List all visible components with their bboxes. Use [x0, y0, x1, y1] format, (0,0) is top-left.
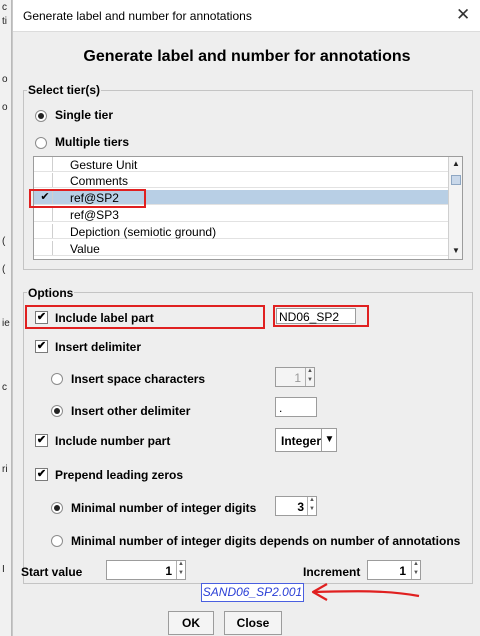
select-tiers-legend: Select tier(s) — [27, 83, 102, 97]
increment-label: Increment — [303, 565, 361, 579]
background-char: ( — [2, 236, 6, 247]
number-type-dropdown[interactable]: Integer ▼ — [275, 428, 337, 452]
background-char: I — [2, 564, 5, 575]
spin-up-icon: ▲ — [307, 368, 313, 374]
minimal-digits-spinner[interactable]: 3 ▲ ▼ — [275, 496, 317, 516]
scroll-down-icon[interactable]: ▼ — [449, 244, 462, 258]
red-highlight-box — [29, 189, 146, 208]
multiple-tiers-label: Multiple tiers — [55, 135, 130, 149]
tier-list[interactable]: Gesture Unit Comments ✔ ref@SP2 ref@SP3 … — [33, 156, 463, 260]
tier-row-value[interactable]: Value — [34, 241, 448, 256]
insert-other-delimiter-radio[interactable] — [51, 405, 63, 417]
tier-checkbox[interactable] — [38, 157, 53, 171]
start-value-spinner[interactable]: 1 ▲ ▼ — [106, 560, 186, 580]
label-preview: SAND06_SP2.001 — [201, 583, 304, 602]
tier-row-comments[interactable]: Comments — [34, 173, 448, 188]
minimal-digits-label: Minimal number of integer digits — [71, 501, 257, 515]
spin-down-icon[interactable]: ▼ — [177, 570, 185, 579]
background-char: ie — [2, 318, 10, 329]
spin-up-icon[interactable]: ▲ — [412, 561, 420, 570]
tier-name: Value — [70, 242, 100, 256]
tier-row-ref-sp3[interactable]: ref@SP3 — [34, 207, 448, 222]
tier-checkbox[interactable] — [38, 224, 53, 238]
prepend-leading-zeros-checkbox[interactable]: ✔ — [35, 468, 48, 481]
background-char: ti — [2, 16, 7, 27]
dialog-heading: Generate label and number for annotation… — [83, 48, 411, 65]
scrollbar-thumb[interactable] — [451, 175, 461, 185]
tier-checkbox[interactable] — [38, 207, 53, 221]
spin-down-icon[interactable]: ▼ — [308, 506, 316, 515]
prepend-leading-zeros-label: Prepend leading zeros — [55, 468, 184, 482]
scroll-up-icon[interactable]: ▲ — [449, 157, 462, 171]
single-tier-label: Single tier — [55, 108, 114, 122]
background-window-edge: c ti o o ( ( ie c ri I — [0, 0, 12, 636]
spin-down-icon: ▼ — [307, 377, 313, 383]
include-number-part-label: Include number part — [55, 434, 171, 448]
tier-row-depiction[interactable]: Depiction (semiotic ground) — [34, 224, 448, 239]
spinner-arrows-icon[interactable]: ▲ ▼ — [176, 561, 185, 579]
background-char: ( — [2, 264, 6, 275]
space-characters-spinner: 1 ▲ ▼ — [275, 367, 315, 387]
tier-list-scrollbar[interactable]: ▲ ▼ — [448, 157, 462, 259]
window-title: Generate label and number for annotation… — [23, 9, 252, 23]
tier-name: Comments — [70, 174, 129, 188]
options-legend: Options — [27, 286, 75, 300]
minimal-digits-radio[interactable] — [51, 502, 63, 514]
minimal-digits-value[interactable]: 3 — [280, 500, 304, 514]
insert-space-characters-label: Insert space characters — [71, 372, 206, 386]
spin-up-icon[interactable]: ▲ — [177, 561, 185, 570]
close-icon[interactable]: ✕ — [456, 5, 470, 25]
increment-spinner[interactable]: 1 ▲ ▼ — [367, 560, 421, 580]
spinner-arrows-icon: ▲ ▼ — [305, 368, 314, 386]
number-type-value: Integer — [281, 434, 322, 448]
tier-name: Gesture Unit — [70, 158, 138, 172]
background-char: c — [2, 2, 7, 13]
space-characters-value: 1 — [294, 371, 301, 385]
tier-row-gesture-unit[interactable]: Gesture Unit — [34, 157, 448, 172]
minimal-digits-depends-label: Minimal number of integer digits depends… — [71, 534, 461, 548]
tier-checkbox[interactable] — [38, 173, 53, 187]
increment-value[interactable]: 1 — [372, 564, 406, 578]
multiple-tiers-radio[interactable] — [35, 137, 47, 149]
other-delimiter-input[interactable]: . — [275, 397, 317, 417]
insert-other-delimiter-label: Insert other delimiter — [71, 404, 191, 418]
spinner-arrows-icon[interactable]: ▲ ▼ — [411, 561, 420, 579]
background-char: ri — [2, 464, 8, 475]
chevron-down-icon[interactable]: ▼ — [321, 429, 337, 451]
start-value-value[interactable]: 1 — [111, 564, 172, 578]
tier-name: Depiction (semiotic ground) — [70, 225, 217, 239]
minimal-digits-depends-radio[interactable] — [51, 535, 63, 547]
include-number-part-checkbox[interactable]: ✔ — [35, 434, 48, 447]
spin-down-icon[interactable]: ▼ — [412, 570, 420, 579]
start-value-label: Start value — [21, 565, 83, 579]
red-arrow-annotation — [311, 583, 420, 601]
ok-button[interactable]: OK — [168, 611, 214, 635]
tier-name: ref@SP3 — [70, 208, 119, 222]
include-label-part-checkbox[interactable]: ✔ — [35, 311, 48, 324]
insert-delimiter-label: Insert delimiter — [55, 340, 142, 354]
dialog-window: Generate label and number for annotation… — [12, 0, 480, 636]
background-char: o — [2, 74, 8, 85]
spinner-arrows-icon[interactable]: ▲ ▼ — [307, 497, 316, 515]
label-part-input[interactable]: ND06_SP2 — [276, 308, 356, 324]
include-label-part-label: Include label part — [55, 311, 154, 325]
spin-up-icon[interactable]: ▲ — [308, 497, 316, 506]
insert-delimiter-checkbox[interactable]: ✔ — [35, 340, 48, 353]
single-tier-radio[interactable] — [35, 110, 47, 122]
title-bar[interactable]: Generate label and number for annotation… — [13, 0, 480, 32]
background-char: c — [2, 382, 7, 393]
tier-checkbox[interactable] — [38, 241, 53, 255]
insert-space-characters-radio[interactable] — [51, 373, 63, 385]
close-button[interactable]: Close — [224, 611, 282, 635]
background-char: o — [2, 102, 8, 113]
